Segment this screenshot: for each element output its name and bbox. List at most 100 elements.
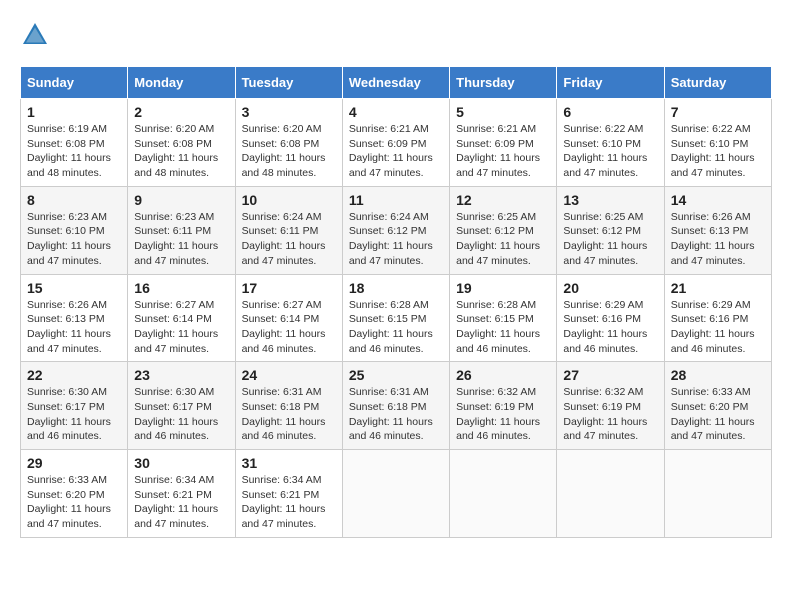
table-row: 12 Sunrise: 6:25 AM Sunset: 6:12 PM Dayli… xyxy=(450,186,557,274)
day-info: Sunrise: 6:27 AM Sunset: 6:14 PM Dayligh… xyxy=(242,298,336,357)
calendar-week-1: 1 Sunrise: 6:19 AM Sunset: 6:08 PM Daylig… xyxy=(21,99,772,187)
calendar-body: 1 Sunrise: 6:19 AM Sunset: 6:08 PM Daylig… xyxy=(21,99,772,538)
day-number: 4 xyxy=(349,104,443,120)
day-number: 17 xyxy=(242,280,336,296)
table-row: 6Sunrise: 6:22 AM Sunset: 6:10 PM Daylig… xyxy=(557,99,664,187)
calendar-header-thursday: Thursday xyxy=(450,67,557,99)
calendar-header-monday: Monday xyxy=(128,67,235,99)
table-row: 21Sunrise: 6:29 AM Sunset: 6:16 PM Dayli… xyxy=(664,274,771,362)
table-row xyxy=(664,450,771,538)
day-number: 15 xyxy=(27,280,121,296)
table-row: 9Sunrise: 6:23 AM Sunset: 6:11 PM Daylig… xyxy=(128,186,235,274)
day-info: Sunrise: 6:24 AM Sunset: 6:12 PM Dayligh… xyxy=(349,210,443,269)
table-row xyxy=(450,450,557,538)
table-row: 26 Sunrise: 6:32 AM Sunset: 6:19 PM Dayli… xyxy=(450,362,557,450)
day-info: Sunrise: 6:20 AM Sunset: 6:08 PM Dayligh… xyxy=(134,122,228,181)
day-number: 13 xyxy=(563,192,657,208)
table-row: 3Sunrise: 6:20 AM Sunset: 6:08 PM Daylig… xyxy=(235,99,342,187)
table-row: 1 Sunrise: 6:19 AM Sunset: 6:08 PM Daylig… xyxy=(21,99,128,187)
logo xyxy=(20,20,54,50)
day-number: 8 xyxy=(27,192,121,208)
day-number: 22 xyxy=(27,367,121,383)
day-number: 31 xyxy=(242,455,336,471)
day-info: Sunrise: 6:34 AM Sunset: 6:21 PM Dayligh… xyxy=(134,473,228,532)
day-number: 24 xyxy=(242,367,336,383)
day-info: Sunrise: 6:21 AM Sunset: 6:09 PM Dayligh… xyxy=(456,122,550,181)
day-info: Sunrise: 6:25 AM Sunset: 6:12 PM Dayligh… xyxy=(456,210,550,269)
table-row: 22 Sunrise: 6:30 AM Sunset: 6:17 PM Dayli… xyxy=(21,362,128,450)
day-info: Sunrise: 6:28 AM Sunset: 6:15 PM Dayligh… xyxy=(456,298,550,357)
day-info: Sunrise: 6:24 AM Sunset: 6:11 PM Dayligh… xyxy=(242,210,336,269)
day-info: Sunrise: 6:33 AM Sunset: 6:20 PM Dayligh… xyxy=(671,385,765,444)
day-info: Sunrise: 6:32 AM Sunset: 6:19 PM Dayligh… xyxy=(456,385,550,444)
day-info: Sunrise: 6:28 AM Sunset: 6:15 PM Dayligh… xyxy=(349,298,443,357)
calendar-table: SundayMondayTuesdayWednesdayThursdayFrid… xyxy=(20,66,772,538)
day-info: Sunrise: 6:30 AM Sunset: 6:17 PM Dayligh… xyxy=(27,385,121,444)
day-info: Sunrise: 6:22 AM Sunset: 6:10 PM Dayligh… xyxy=(671,122,765,181)
table-row: 18Sunrise: 6:28 AM Sunset: 6:15 PM Dayli… xyxy=(342,274,449,362)
table-row xyxy=(342,450,449,538)
day-info: Sunrise: 6:23 AM Sunset: 6:10 PM Dayligh… xyxy=(27,210,121,269)
table-row: 14Sunrise: 6:26 AM Sunset: 6:13 PM Dayli… xyxy=(664,186,771,274)
table-row: 15 Sunrise: 6:26 AM Sunset: 6:13 PM Dayli… xyxy=(21,274,128,362)
day-info: Sunrise: 6:33 AM Sunset: 6:20 PM Dayligh… xyxy=(27,473,121,532)
day-number: 23 xyxy=(134,367,228,383)
day-info: Sunrise: 6:25 AM Sunset: 6:12 PM Dayligh… xyxy=(563,210,657,269)
calendar-week-5: 29 Sunrise: 6:33 AM Sunset: 6:20 PM Dayli… xyxy=(21,450,772,538)
calendar-header-friday: Friday xyxy=(557,67,664,99)
day-info: Sunrise: 6:22 AM Sunset: 6:10 PM Dayligh… xyxy=(563,122,657,181)
day-number: 20 xyxy=(563,280,657,296)
table-row: 31Sunrise: 6:34 AM Sunset: 6:21 PM Dayli… xyxy=(235,450,342,538)
calendar-header-tuesday: Tuesday xyxy=(235,67,342,99)
day-number: 27 xyxy=(563,367,657,383)
table-row: 7Sunrise: 6:22 AM Sunset: 6:10 PM Daylig… xyxy=(664,99,771,187)
table-row: 30 Sunrise: 6:34 AM Sunset: 6:21 PM Dayli… xyxy=(128,450,235,538)
day-info: Sunrise: 6:27 AM Sunset: 6:14 PM Dayligh… xyxy=(134,298,228,357)
day-number: 5 xyxy=(456,104,550,120)
table-row: 17 Sunrise: 6:27 AM Sunset: 6:14 PM Dayli… xyxy=(235,274,342,362)
table-row: 23 Sunrise: 6:30 AM Sunset: 6:17 PM Dayli… xyxy=(128,362,235,450)
page-header xyxy=(20,20,772,50)
table-row: 10 Sunrise: 6:24 AM Sunset: 6:11 PM Dayli… xyxy=(235,186,342,274)
table-row: 13 Sunrise: 6:25 AM Sunset: 6:12 PM Dayli… xyxy=(557,186,664,274)
day-number: 16 xyxy=(134,280,228,296)
table-row: 8 Sunrise: 6:23 AM Sunset: 6:10 PM Daylig… xyxy=(21,186,128,274)
calendar-week-4: 22 Sunrise: 6:30 AM Sunset: 6:17 PM Dayli… xyxy=(21,362,772,450)
day-number: 10 xyxy=(242,192,336,208)
calendar-week-2: 8 Sunrise: 6:23 AM Sunset: 6:10 PM Daylig… xyxy=(21,186,772,274)
day-info: Sunrise: 6:23 AM Sunset: 6:11 PM Dayligh… xyxy=(134,210,228,269)
day-info: Sunrise: 6:21 AM Sunset: 6:09 PM Dayligh… xyxy=(349,122,443,181)
table-row: 5 Sunrise: 6:21 AM Sunset: 6:09 PM Daylig… xyxy=(450,99,557,187)
table-row: 2 Sunrise: 6:20 AM Sunset: 6:08 PM Daylig… xyxy=(128,99,235,187)
day-info: Sunrise: 6:20 AM Sunset: 6:08 PM Dayligh… xyxy=(242,122,336,181)
day-info: Sunrise: 6:32 AM Sunset: 6:19 PM Dayligh… xyxy=(563,385,657,444)
table-row: 25Sunrise: 6:31 AM Sunset: 6:18 PM Dayli… xyxy=(342,362,449,450)
day-number: 29 xyxy=(27,455,121,471)
table-row xyxy=(557,450,664,538)
table-row: 19Sunrise: 6:28 AM Sunset: 6:15 PM Dayli… xyxy=(450,274,557,362)
calendar-header-sunday: Sunday xyxy=(21,67,128,99)
day-info: Sunrise: 6:26 AM Sunset: 6:13 PM Dayligh… xyxy=(27,298,121,357)
table-row: 27 Sunrise: 6:32 AM Sunset: 6:19 PM Dayli… xyxy=(557,362,664,450)
day-number: 12 xyxy=(456,192,550,208)
table-row: 4 Sunrise: 6:21 AM Sunset: 6:09 PM Daylig… xyxy=(342,99,449,187)
day-info: Sunrise: 6:30 AM Sunset: 6:17 PM Dayligh… xyxy=(134,385,228,444)
day-number: 1 xyxy=(27,104,121,120)
calendar-header-wednesday: Wednesday xyxy=(342,67,449,99)
table-row: 16 Sunrise: 6:27 AM Sunset: 6:14 PM Dayli… xyxy=(128,274,235,362)
table-row: 24 Sunrise: 6:31 AM Sunset: 6:18 PM Dayli… xyxy=(235,362,342,450)
day-info: Sunrise: 6:19 AM Sunset: 6:08 PM Dayligh… xyxy=(27,122,121,181)
calendar-header-saturday: Saturday xyxy=(664,67,771,99)
day-info: Sunrise: 6:31 AM Sunset: 6:18 PM Dayligh… xyxy=(349,385,443,444)
day-info: Sunrise: 6:31 AM Sunset: 6:18 PM Dayligh… xyxy=(242,385,336,444)
day-number: 2 xyxy=(134,104,228,120)
calendar-week-3: 15 Sunrise: 6:26 AM Sunset: 6:13 PM Dayli… xyxy=(21,274,772,362)
table-row: 20Sunrise: 6:29 AM Sunset: 6:16 PM Dayli… xyxy=(557,274,664,362)
day-number: 28 xyxy=(671,367,765,383)
table-row: 29 Sunrise: 6:33 AM Sunset: 6:20 PM Dayli… xyxy=(21,450,128,538)
table-row: 11 Sunrise: 6:24 AM Sunset: 6:12 PM Dayli… xyxy=(342,186,449,274)
table-row: 28 Sunrise: 6:33 AM Sunset: 6:20 PM Dayli… xyxy=(664,362,771,450)
day-number: 11 xyxy=(349,192,443,208)
day-number: 26 xyxy=(456,367,550,383)
day-number: 30 xyxy=(134,455,228,471)
